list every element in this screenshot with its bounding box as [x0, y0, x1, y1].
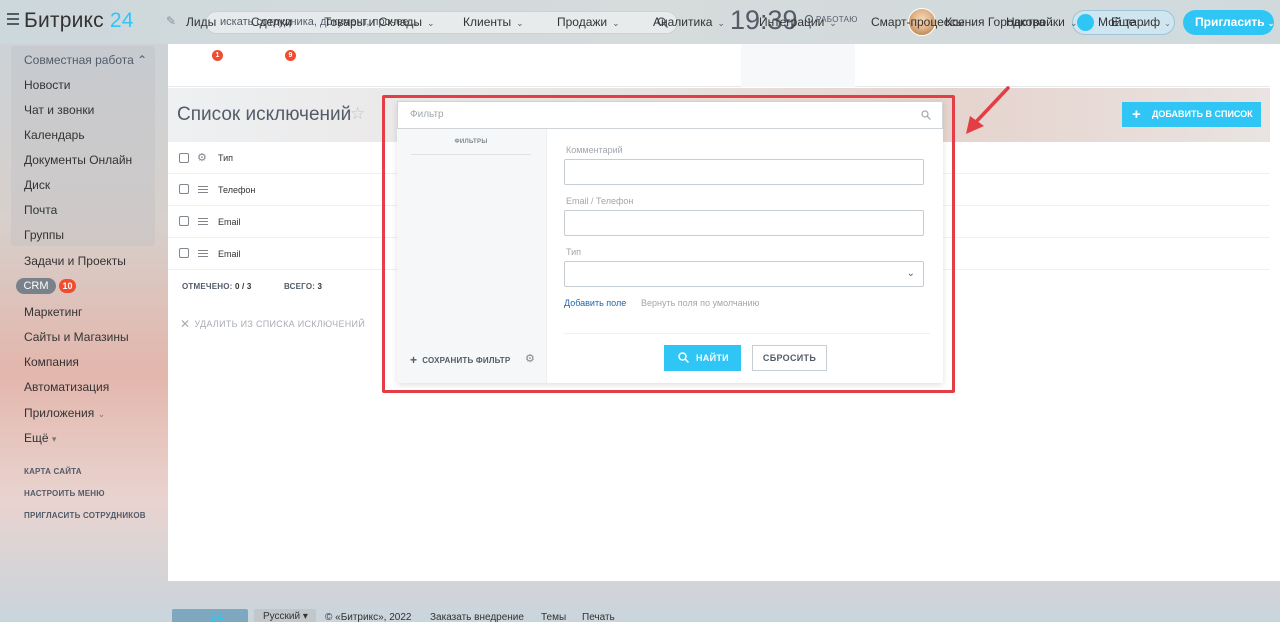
highlight-frame: [382, 95, 955, 393]
footer-print-link[interactable]: Печать: [582, 612, 615, 622]
selected-count: ОТМЕЧЕНО: 0 / 3: [182, 282, 252, 291]
sidebar-item-documents[interactable]: Документы Онлайн: [24, 153, 132, 167]
footer-logo-button[interactable]: 24: [172, 609, 248, 622]
menu-burger-icon[interactable]: [7, 13, 19, 25]
chevron-down-icon: ⌄: [1164, 19, 1171, 28]
row-type: Email: [218, 217, 241, 227]
tab-settings[interactable]: Настройки ⌄: [1006, 15, 1077, 29]
right-edge: [1270, 44, 1280, 581]
total-count: ВСЕГО: 3: [284, 282, 323, 291]
row-checkbox[interactable]: [179, 184, 189, 194]
row-menu-icon[interactable]: [198, 250, 208, 259]
tab-sales[interactable]: Продажи ⌄: [557, 15, 620, 29]
sitemap-link[interactable]: КАРТА САЙТА: [24, 467, 82, 476]
footer-copyright: © «Битрикс», 2022: [325, 612, 412, 622]
sidebar-item-automation[interactable]: Автоматизация: [24, 380, 109, 394]
sidebar-item-company[interactable]: Компания: [24, 355, 79, 369]
tab-smart-processes[interactable]: Смарт-процессы ⌄: [871, 15, 977, 29]
row-menu-icon[interactable]: [198, 218, 208, 227]
sidebar-item-sites[interactable]: Сайты и Магазины: [24, 330, 129, 344]
row-type: Телефон: [218, 185, 256, 195]
tab-deals[interactable]: Сделки: [251, 15, 292, 29]
plus-icon: +: [1132, 106, 1141, 123]
edit-pencil-icon[interactable]: ✎: [166, 14, 176, 28]
row-menu-icon[interactable]: [198, 186, 208, 195]
row-checkbox[interactable]: [179, 216, 189, 226]
invite-label: Пригласить: [1195, 15, 1265, 29]
footer-themes-link[interactable]: Темы: [541, 612, 566, 622]
page-title: Список исключений: [177, 104, 352, 125]
chevron-down-icon: ⌄: [1267, 19, 1275, 28]
tab-analytics[interactable]: Аналитика ⌄: [653, 15, 725, 29]
gear-icon[interactable]: ⚙: [197, 151, 207, 164]
tab-leads[interactable]: Лиды: [186, 15, 216, 29]
add-to-list-button[interactable]: + ДОБАВИТЬ В СПИСОК: [1122, 102, 1261, 127]
tab-deals-badge: 9: [285, 50, 296, 61]
row-checkbox[interactable]: [179, 248, 189, 258]
close-icon: ✕: [180, 317, 191, 331]
star-icon[interactable]: ☆: [350, 104, 365, 124]
sidebar-item-chat[interactable]: Чат и звонки: [24, 103, 94, 117]
tab-clients[interactable]: Клиенты ⌄: [463, 15, 524, 29]
tab-products[interactable]: Товары и Склады ⌄: [324, 15, 435, 29]
invite-employees-link[interactable]: ПРИГЛАСИТЬ СОТРУДНИКОВ: [24, 511, 146, 520]
tab-more[interactable]: Еще ⌄: [1111, 15, 1148, 29]
crm-tab-bar: [168, 44, 1280, 87]
rocket-icon: [1077, 14, 1094, 31]
tab-integrations[interactable]: Интеграции ⌄: [759, 15, 837, 29]
sidebar-item-marketing[interactable]: Маркетинг: [24, 305, 82, 319]
sidebar-group-title[interactable]: Совместная работа ⌃: [24, 53, 147, 67]
configure-menu-link[interactable]: НАСТРОИТЬ МЕНЮ: [24, 489, 105, 498]
sidebar-item-mail[interactable]: Почта: [24, 203, 57, 217]
add-button-label: ДОБАВИТЬ В СПИСОК: [1152, 109, 1253, 119]
invite-button[interactable]: Пригласить ⌄: [1183, 10, 1274, 35]
sidebar-item-disk[interactable]: Диск: [24, 178, 50, 192]
footer-order-link[interactable]: Заказать внедрение: [430, 612, 524, 622]
language-select[interactable]: Русский ▾: [254, 609, 316, 622]
row-type: Email: [218, 249, 241, 259]
sidebar-item-apps[interactable]: Приложения ⌄: [24, 406, 105, 420]
tab-leads-badge: 1: [212, 50, 223, 61]
sidebar-item-crm[interactable]: CRM: [16, 278, 56, 294]
arrow-annotation-icon: [966, 86, 1010, 134]
sidebar-item-more[interactable]: Ещё ▾: [24, 431, 56, 445]
delete-from-exclusions-button[interactable]: ✕ УДАЛИТЬ ИЗ СПИСКА ИСКЛЮЧЕНИЙ: [180, 317, 365, 331]
sidebar-item-news[interactable]: Новости: [24, 78, 70, 92]
select-all-checkbox[interactable]: [179, 153, 189, 163]
logo[interactable]: Битрикс 24: [24, 9, 134, 33]
sidebar-item-calendar[interactable]: Календарь: [24, 128, 85, 142]
column-header-type[interactable]: Тип: [218, 153, 233, 163]
tab-active-background: [741, 44, 855, 87]
crm-counter-badge: 10: [59, 279, 76, 293]
sidebar-item-tasks[interactable]: Задачи и Проекты: [24, 254, 126, 268]
sidebar-item-groups[interactable]: Группы: [24, 228, 64, 242]
